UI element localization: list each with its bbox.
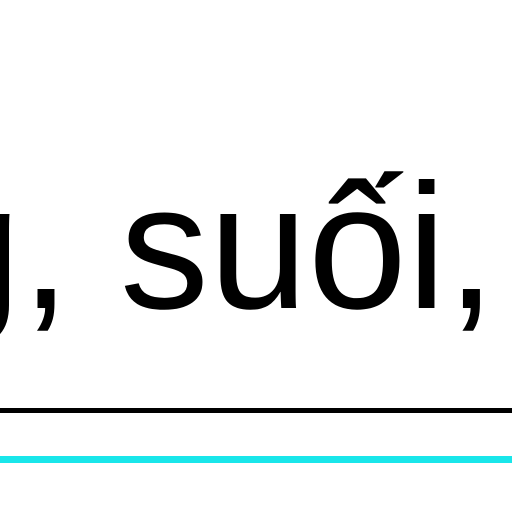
black-underline-rule [0,408,512,413]
document-crop: g, suối, [0,0,512,512]
cyan-underline-rule [0,456,512,463]
text-fragment: g, suối, [0,147,496,346]
